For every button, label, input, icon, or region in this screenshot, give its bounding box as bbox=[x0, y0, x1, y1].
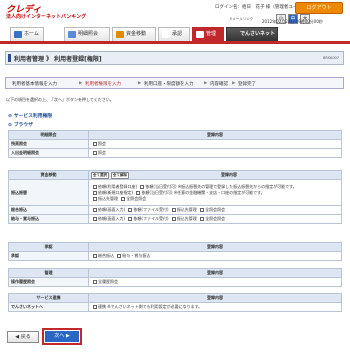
transaction-inquiry-checkbox[interactable]: 照会 bbox=[91, 150, 106, 155]
deselect-all-button[interactable]: 全て解除 bbox=[111, 171, 129, 179]
page-title-bar: 利用者管理 》 利用者登録[権限] BRSK007 bbox=[5, 51, 344, 65]
tab-transfer[interactable]: 資金移動 bbox=[112, 27, 156, 41]
next-button[interactable]: 次へ ▶ bbox=[42, 328, 82, 345]
transfer-new-sameday-checkbox[interactable]: 依頼(当日受付可) bbox=[134, 190, 173, 195]
tab-home[interactable]: ホーム bbox=[10, 27, 44, 41]
tab-admin[interactable]: 管理 bbox=[192, 27, 224, 41]
transfer-payee-mgmt-checkbox[interactable]: 振込先管理 bbox=[91, 196, 118, 201]
payroll-inquiry-checkbox[interactable]: 全照会照会 bbox=[198, 216, 225, 221]
table-row: 残高照会 照会 bbox=[8, 139, 342, 149]
inquiry-table: 明細照会 登録内容 残高照会 照会 入出金明細照会 照会 bbox=[8, 130, 342, 158]
section-browser: ⊙ ブラウザ bbox=[8, 123, 33, 128]
logout-button[interactable]: ログアウト bbox=[295, 2, 343, 14]
progress-steps: 利用者基本情報を入力 ▶ 利用者権限を入力 ▶ 利用口座・限度額を入力 ▶ 内容… bbox=[5, 77, 344, 89]
table-row: 承認 総合振込 給与・賞与振込 bbox=[8, 251, 342, 261]
bank-logo: クレディ 法人向けインターネットバンキング bbox=[6, 2, 86, 22]
bulk-inquiry-checkbox[interactable]: 全照会照会 bbox=[198, 207, 225, 212]
screen-code: BRSK007 bbox=[322, 56, 339, 60]
transfer-sameday-checkbox[interactable]: 依頼(当日受付可) bbox=[138, 184, 177, 189]
payroll-file-checkbox[interactable]: 依頼(ファイル受付) bbox=[126, 216, 169, 221]
payroll-payee-checkbox[interactable]: 振込先管理 bbox=[170, 216, 197, 221]
gear-icon bbox=[196, 31, 204, 38]
back-button[interactable]: ◀ 戻る bbox=[7, 331, 39, 343]
table-row: でんさいネットへ 連携 ※でんさいネット側でも利用設定が必要になります。 bbox=[8, 302, 342, 312]
step-3: 利用口座・限度額を入力 bbox=[144, 82, 194, 87]
table-row: 振込振替 依頼(利用者登録口座) 依頼(当日受付可) ※振込振替先の管理で登録し… bbox=[8, 179, 342, 206]
table-row: 総合振込 依頼(画面入力) 依頼(ファイル受付) 振込先管理 全照会照会 bbox=[8, 205, 342, 215]
step-5: 登録完了 bbox=[238, 82, 256, 87]
admin-table: 管理 登録内容 操作履歴照会 全履歴照会 bbox=[8, 268, 342, 287]
section-service-permission: ⊙ サービス利用権限 bbox=[8, 114, 53, 119]
transfer-icon bbox=[116, 31, 124, 38]
home-icon bbox=[14, 31, 22, 38]
table-row: 操作履歴照会 全履歴照会 bbox=[8, 277, 342, 287]
tab-statements[interactable]: 明細照会 bbox=[64, 27, 110, 41]
balance-inquiry-checkbox[interactable]: 照会 bbox=[91, 141, 106, 146]
document-icon bbox=[68, 31, 76, 38]
densai-link-checkbox[interactable]: 連携 bbox=[91, 304, 106, 309]
bulk-screen-checkbox[interactable]: 依頼(画面入力) bbox=[91, 207, 125, 212]
user-info: ログイン名：栢日 花子 様（管理者ユーザ） bbox=[215, 5, 307, 10]
step-4: 内容確認 bbox=[210, 82, 228, 87]
current-datetime: 2012年02月24日 09時00分00秒 bbox=[262, 19, 323, 24]
service-table: サービス連携 登録内容 でんさいネットへ 連携 ※でんさいネット側でも利用設定が必要… bbox=[8, 293, 342, 312]
transfer-new-account-checkbox[interactable]: 依頼(新規口座指定) bbox=[91, 190, 133, 195]
transfer-table: 資金移動 全て選択 全て解除 登録内容 振込振替 依頼(利用者登録口座) 依頼(当日受… bbox=[8, 170, 342, 224]
transfer-all-inquiry-checkbox[interactable]: 全照会照会 bbox=[119, 196, 146, 201]
select-all-button[interactable]: 全て選択 bbox=[91, 171, 109, 179]
approval-bulk-checkbox[interactable]: 総合振込 bbox=[91, 253, 114, 258]
approval-payroll-checkbox[interactable]: 給与・賞与振込 bbox=[115, 253, 150, 258]
tab-densai-net[interactable]: でんさいネット bbox=[226, 27, 278, 41]
transfer-registered-checkbox[interactable]: 依頼(利用者登録口座) bbox=[91, 184, 137, 189]
tab-approval[interactable]: 承認 bbox=[158, 27, 190, 41]
service-name: 法人向けインターネットバンキング bbox=[6, 14, 87, 20]
table-row: 入出金明細照会 照会 bbox=[8, 148, 342, 158]
page-title: 利用者管理 》 利用者登録[権限] bbox=[14, 56, 102, 63]
instruction-text: 以下の項目を選択の上、「次へ」ボタンを押してください。 bbox=[6, 97, 114, 102]
history-inquiry-checkbox[interactable]: 全履歴照会 bbox=[91, 279, 118, 284]
payroll-screen-checkbox[interactable]: 依頼(画面入力) bbox=[91, 216, 125, 221]
table-row: 給与・賞与振込 依頼(画面入力) 依頼(ファイル受付) 振込先管理 全照会照会 bbox=[8, 214, 342, 224]
stamp-icon bbox=[162, 31, 170, 38]
main-nav: ホーム 明細照会 資金移動 承認 管理 でんさいネット bbox=[0, 27, 350, 44]
bulk-payee-checkbox[interactable]: 振込先管理 bbox=[170, 207, 197, 212]
net-icon bbox=[230, 31, 238, 38]
step-1: 利用者基本情報を入力 bbox=[12, 82, 57, 87]
email-link[interactable]: Eメールリンク bbox=[230, 17, 253, 22]
bulk-file-checkbox[interactable]: 依頼(ファイル受付) bbox=[126, 207, 169, 212]
step-2-current: 利用者権限を入力 bbox=[85, 82, 121, 87]
approval-table: 承認 登録内容 承認 総合振込 給与・賞与振込 bbox=[8, 242, 342, 261]
